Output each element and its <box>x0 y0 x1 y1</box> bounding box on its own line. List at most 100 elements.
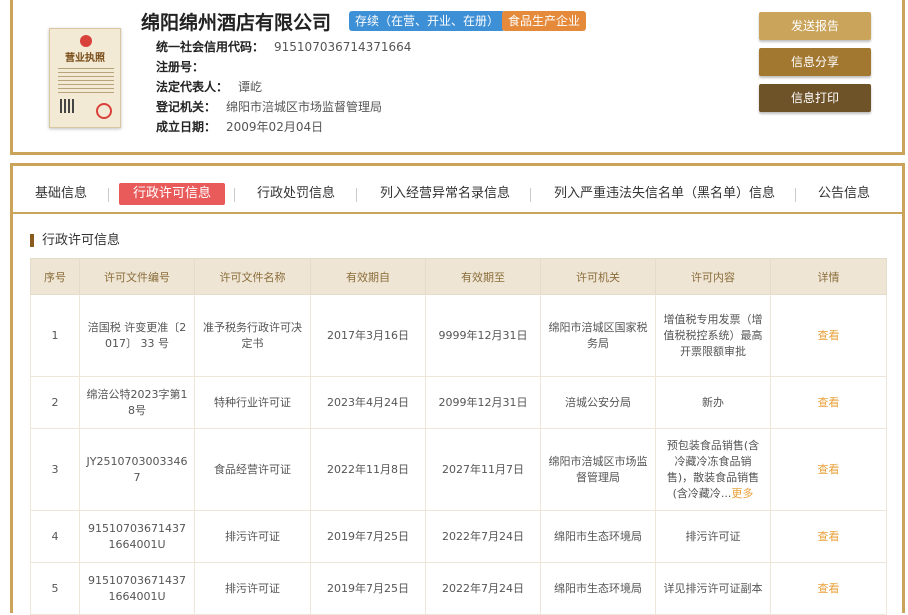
established-date-row: 成立日期： 2009年02月04日 <box>156 118 323 135</box>
license-title: 营业执照 <box>65 53 105 64</box>
company-name: 绵阳绵州酒店有限公司 <box>141 12 332 34</box>
column-header: 有效期至 <box>425 258 541 295</box>
legal-representative-value: 谭屹 <box>238 80 263 94</box>
tab-divider <box>234 188 235 202</box>
row-number: 5 <box>30 562 80 615</box>
license-doc-number: 涪国税 许变更准〔2017〕 33 号 <box>79 294 195 377</box>
established-date-value: 2009年02月04日 <box>226 120 324 134</box>
license-content: 详见排污许可证副本 <box>655 562 771 615</box>
row-number: 2 <box>30 376 80 429</box>
registration-number-row: 注册号： <box>156 58 214 75</box>
table-row: 4 915107036714371664001U 排污许可证 2019年7月25… <box>30 510 887 563</box>
tab-divider <box>795 188 796 202</box>
legal-representative-row: 法定代表人： 谭屹 <box>156 78 262 95</box>
valid-to: 2022年7月24日 <box>425 510 541 563</box>
view-detail-link[interactable]: 查看 <box>818 396 840 409</box>
license-doc-name: 准予税务行政许可决定书 <box>194 294 311 377</box>
license-content-cell: 预包装食品销售(含冷藏冷冻食品销售)，散装食品销售(含冷藏冷...更多 <box>655 428 771 511</box>
detail-cell: 查看 <box>770 376 887 429</box>
send-report-button[interactable]: 发送报告 <box>759 12 871 40</box>
registration-authority-label: 登记机关： <box>156 100 217 114</box>
registration-number-label: 注册号： <box>156 60 205 74</box>
view-detail-link[interactable]: 查看 <box>818 582 840 595</box>
table-row: 1 涪国税 许变更准〔2017〕 33 号 准予税务行政许可决定书 2017年3… <box>30 294 887 377</box>
valid-from: 2019年7月25日 <box>310 562 426 615</box>
official-seal-icon <box>96 103 112 119</box>
column-header: 序号 <box>30 258 80 295</box>
national-emblem-icon <box>80 35 92 47</box>
company-header-card: 营业执照 绵阳绵州酒店有限公司 存续（在营、开业、在册） 食品生产企业 统一社会… <box>10 0 905 155</box>
credit-code-value: 915107036714371664 <box>274 40 412 54</box>
license-content: 新办 <box>655 376 771 429</box>
detail-cell: 查看 <box>770 562 887 615</box>
business-license-thumbnail[interactable]: 营业执照 <box>49 28 121 128</box>
tab-divider <box>108 188 109 202</box>
column-header: 许可文件编号 <box>79 258 195 295</box>
row-number: 1 <box>30 294 80 377</box>
valid-from: 2017年3月16日 <box>310 294 426 377</box>
license-table: 序号 许可文件编号 许可文件名称 有效期自 有效期至 许可机关 许可内容 详情 … <box>30 258 887 615</box>
tab-abnormal-operation[interactable]: 列入经营异常名录信息 <box>380 183 510 205</box>
valid-from: 2023年4月24日 <box>310 376 426 429</box>
tab-divider <box>356 188 357 202</box>
license-doc-name: 特种行业许可证 <box>194 376 311 429</box>
table-row: 2 绵涪公特2023字第18号 特种行业许可证 2023年4月24日 2099年… <box>30 376 887 429</box>
license-authority: 绵阳市生态环境局 <box>540 510 656 563</box>
registration-authority-row: 登记机关： 绵阳市涪城区市场监督管理局 <box>156 98 382 115</box>
print-info-button[interactable]: 信息打印 <box>759 84 871 112</box>
tab-administrative-license[interactable]: 行政许可信息 <box>119 183 226 205</box>
detail-card: 基础信息 行政许可信息 行政处罚信息 列入经营异常名录信息 列入严重违法失信名单… <box>10 163 905 615</box>
legal-representative-label: 法定代表人： <box>156 80 229 94</box>
column-header: 许可机关 <box>540 258 656 295</box>
more-link[interactable]: 更多 <box>731 487 753 500</box>
license-doc-number: 绵涪公特2023字第18号 <box>79 376 195 429</box>
share-info-button[interactable]: 信息分享 <box>759 48 871 76</box>
column-header: 许可内容 <box>655 258 771 295</box>
license-authority: 涪城公安分局 <box>540 376 656 429</box>
detail-cell: 查看 <box>770 294 887 377</box>
valid-from: 2022年11月8日 <box>310 428 426 511</box>
license-doc-number: 915107036714371664001U <box>79 562 195 615</box>
license-doc-name: 食品经营许可证 <box>194 428 311 511</box>
valid-to: 2022年7月24日 <box>425 562 541 615</box>
table-row: 5 915107036714371664001U 排污许可证 2019年7月25… <box>30 562 887 615</box>
view-detail-link[interactable]: 查看 <box>818 463 840 476</box>
tab-basic-info[interactable]: 基础信息 <box>35 183 87 205</box>
registration-authority-value: 绵阳市涪城区市场监督管理局 <box>226 100 383 114</box>
license-authority: 绵阳市涪城区市场监督管理局 <box>540 428 656 511</box>
table-header-row: 序号 许可文件编号 许可文件名称 有效期自 有效期至 许可机关 许可内容 详情 <box>30 258 887 295</box>
tab-divider <box>530 188 531 202</box>
tab-announcements[interactable]: 公告信息 <box>818 183 870 205</box>
established-date-label: 成立日期： <box>156 120 217 134</box>
row-number: 4 <box>30 510 80 563</box>
valid-to: 2027年11月7日 <box>425 428 541 511</box>
column-header: 许可文件名称 <box>194 258 311 295</box>
info-tabs: 基础信息 行政许可信息 行政处罚信息 列入经营异常名录信息 列入严重违法失信名单… <box>13 176 902 214</box>
license-doc-number: 915107036714371664001U <box>79 510 195 563</box>
valid-to: 9999年12月31日 <box>425 294 541 377</box>
license-authority: 绵阳市涪城区国家税务局 <box>540 294 656 377</box>
view-detail-link[interactable]: 查看 <box>818 530 840 543</box>
tab-blacklist[interactable]: 列入严重违法失信名单（黑名单）信息 <box>554 183 775 205</box>
license-content: 增值税专用发票（增值税税控系统）最高开票限额审批 <box>655 294 771 377</box>
credit-code-row: 统一社会信用代码： 915107036714371664 <box>156 38 411 55</box>
section-title: 行政许可信息 <box>30 234 120 247</box>
license-content: 排污许可证 <box>655 510 771 563</box>
license-authority: 绵阳市生态环境局 <box>540 562 656 615</box>
company-type-badge: 食品生产企业 <box>502 11 587 31</box>
license-text-lines <box>58 65 114 93</box>
qr-code-icon <box>60 99 74 113</box>
row-number: 3 <box>30 428 80 511</box>
valid-from: 2019年7月25日 <box>310 510 426 563</box>
column-header: 详情 <box>770 258 887 295</box>
valid-to: 2099年12月31日 <box>425 376 541 429</box>
license-doc-number: JY25107030033467 <box>79 428 195 511</box>
tab-administrative-penalty[interactable]: 行政处罚信息 <box>257 183 335 205</box>
column-header: 有效期自 <box>310 258 426 295</box>
detail-cell: 查看 <box>770 510 887 563</box>
license-doc-name: 排污许可证 <box>194 562 311 615</box>
detail-cell: 查看 <box>770 428 887 511</box>
credit-code-label: 统一社会信用代码： <box>156 40 265 54</box>
view-detail-link[interactable]: 查看 <box>818 329 840 342</box>
table-row: 3 JY25107030033467 食品经营许可证 2022年11月8日 20… <box>30 428 887 511</box>
